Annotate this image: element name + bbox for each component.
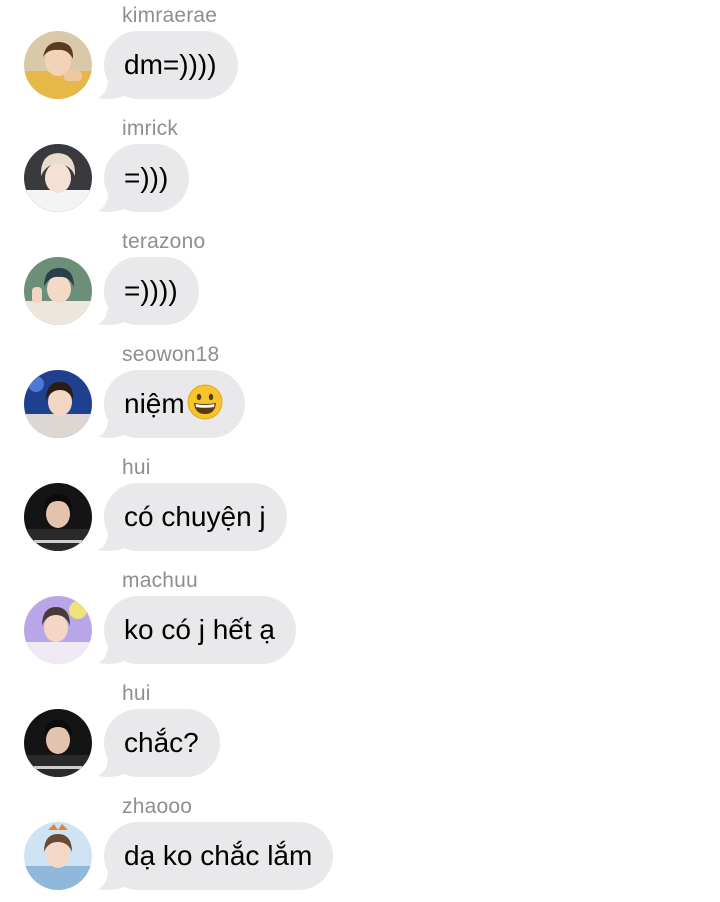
message-row: seowon18 niệm <box>0 339 720 452</box>
message-row: terazono =)))) <box>0 226 720 339</box>
message-bubble-wrap: ko có j hết ạ <box>96 596 296 664</box>
message-text: dạ ko chắc lắm <box>124 840 313 871</box>
message-row: hui có chuyện j <box>0 452 720 565</box>
avatar[interactable] <box>24 144 92 212</box>
message-row: machuu ko có j hết ạ <box>0 565 720 678</box>
message-bubble[interactable]: dm=)))) <box>104 31 238 99</box>
message-bubble[interactable]: ko có j hết ạ <box>104 596 296 664</box>
sender-name: kimraerae <box>122 4 218 27</box>
avatar[interactable] <box>24 596 92 664</box>
chat-thread: kimraerae dm=)))) imrick =))) terazono =… <box>0 0 720 902</box>
message-bubble-wrap: có chuyện j <box>96 483 287 551</box>
message-bubble[interactable]: niệm <box>104 370 245 438</box>
message-text: =))) <box>124 162 169 193</box>
message-text: dm=)))) <box>124 49 217 80</box>
sender-name: hui <box>122 456 151 479</box>
message-bubble-wrap: dạ ko chắc lắm <box>96 822 334 890</box>
message-bubble-wrap: =)))) <box>96 257 199 325</box>
message-row: zhaooo dạ ko chắc lắm <box>0 791 720 902</box>
sender-name: zhaooo <box>122 795 193 818</box>
message-bubble-wrap: =))) <box>96 144 190 212</box>
sender-name: hui <box>122 682 151 705</box>
message-bubble[interactable]: =)))) <box>104 257 199 325</box>
sender-name: machuu <box>122 569 198 592</box>
message-bubble-wrap: niệm <box>96 370 245 438</box>
message-text: chắc? <box>124 727 199 758</box>
message-text: niệm <box>124 388 185 419</box>
message-text: ko có j hết ạ <box>124 614 275 645</box>
grinning-face-emoji <box>187 384 223 420</box>
message-bubble-wrap: chắc? <box>96 709 220 777</box>
message-bubble[interactable]: dạ ko chắc lắm <box>104 822 334 890</box>
avatar[interactable] <box>24 709 92 777</box>
message-bubble[interactable]: có chuyện j <box>104 483 287 551</box>
avatar[interactable] <box>24 822 92 890</box>
message-row: imrick =))) <box>0 113 720 226</box>
sender-name: seowon18 <box>122 343 220 366</box>
message-row: hui chắc? <box>0 678 720 791</box>
sender-name: terazono <box>122 230 206 253</box>
message-bubble[interactable]: chắc? <box>104 709 220 777</box>
message-bubble-wrap: dm=)))) <box>96 31 238 99</box>
avatar[interactable] <box>24 31 92 99</box>
avatar[interactable] <box>24 370 92 438</box>
message-text: =)))) <box>124 275 178 306</box>
message-text: có chuyện j <box>124 501 266 532</box>
avatar[interactable] <box>24 257 92 325</box>
avatar[interactable] <box>24 483 92 551</box>
message-bubble[interactable]: =))) <box>104 144 190 212</box>
sender-name: imrick <box>122 117 179 140</box>
message-row: kimraerae dm=)))) <box>0 0 720 113</box>
